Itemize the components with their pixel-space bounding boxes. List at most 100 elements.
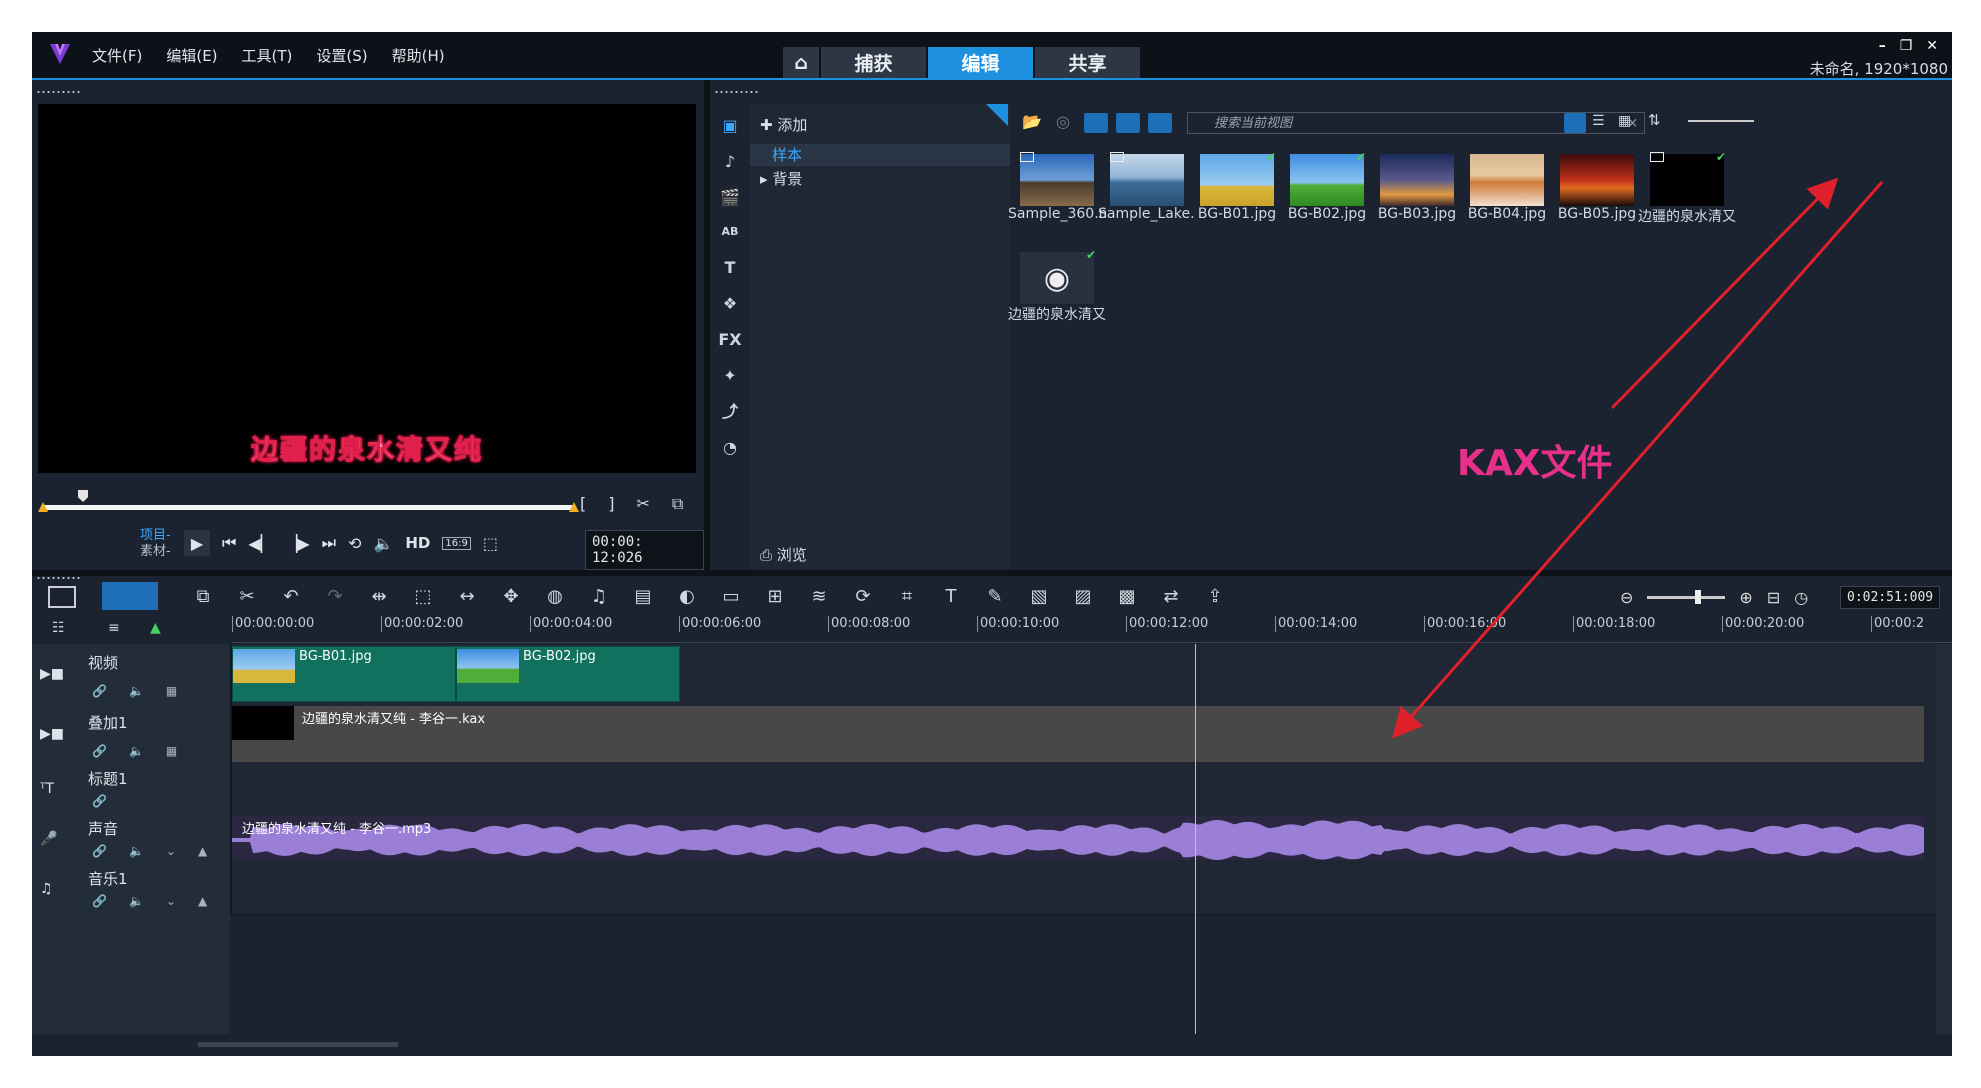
library-item-bg-b01[interactable]: ✔ BG-B01.jpg: [1192, 146, 1280, 236]
tree-item-background[interactable]: ▸ 背景: [760, 168, 802, 189]
link-icon[interactable]: 🔗: [92, 744, 107, 758]
library-item-samplelake[interactable]: Sample_Lake...: [1098, 146, 1196, 236]
timeline-clip-mp3[interactable]: 边疆的泉水清又纯 - 李谷一.mp3: [232, 816, 1924, 860]
magic-wand-icon[interactable]: ✦: [718, 364, 742, 388]
move-icon[interactable]: ✥: [500, 586, 522, 607]
chevron-down-icon[interactable]: ⌄: [166, 894, 176, 908]
gif-icon[interactable]: ▩: [1116, 586, 1138, 607]
view-storyboard-button[interactable]: [1564, 113, 1586, 133]
mute-icon[interactable]: 🔈: [129, 744, 144, 758]
stretch-icon[interactable]: ↔: [456, 586, 478, 607]
record-icon[interactable]: ◎: [1056, 112, 1070, 131]
timeline-hscroll[interactable]: [32, 1034, 1952, 1056]
sort-icon[interactable]: ⇅: [1648, 111, 1661, 129]
preview-screen[interactable]: 边疆的泉水清又纯: [38, 104, 696, 473]
mute-icon[interactable]: 🔈: [129, 894, 144, 908]
mark-out-icon[interactable]: ]: [608, 494, 614, 514]
paint-icon[interactable]: ▨: [1072, 586, 1094, 607]
menu-file[interactable]: 文件(F): [92, 45, 142, 66]
show-audio-button[interactable]: [1148, 113, 1172, 133]
track-body-music[interactable]: [232, 864, 1936, 914]
next-frame-icon[interactable]: ▕▶: [285, 534, 310, 553]
import-folder-icon[interactable]: 📂: [1022, 112, 1042, 131]
aspect-ratio-button[interactable]: 16:9: [442, 536, 471, 550]
go-end-icon[interactable]: ⏭: [322, 533, 336, 553]
graphics-icon[interactable]: ❖: [718, 292, 742, 316]
play-mode-selector[interactable]: 项目- 素材-: [140, 528, 171, 560]
timeline-clip-kax[interactable]: 边疆的泉水清又纯 - 李谷一.kax: [232, 706, 1924, 762]
edit-icon[interactable]: ✎: [984, 586, 1006, 607]
link-icon[interactable]: 🔗: [92, 684, 107, 698]
rotate-icon[interactable]: ⟳: [852, 586, 874, 607]
time-remap-icon[interactable]: ▧: [1028, 586, 1050, 607]
title-3d-icon[interactable]: T: [940, 586, 962, 607]
close-icon[interactable]: ✕: [1926, 38, 1938, 54]
storyboard-view-icon[interactable]: [48, 586, 76, 608]
clapper-icon[interactable]: 🎬: [718, 186, 742, 210]
tools-icon[interactable]: ✂: [236, 586, 258, 607]
list-view-icon[interactable]: ☰: [1592, 113, 1605, 129]
track-body-overlay[interactable]: 边疆的泉水清又纯 - 李谷一.kax: [232, 704, 1936, 764]
show-photo-button[interactable]: [1116, 113, 1140, 133]
subtitle-icon[interactable]: ▭: [720, 586, 742, 607]
add-folder-button[interactable]: ✚ 添加: [760, 114, 807, 135]
thumb-view-icon[interactable]: ▦: [1618, 113, 1631, 129]
library-item-bg-b04[interactable]: BG-B04.jpg: [1462, 146, 1550, 236]
library-item-kax[interactable]: ✔ 边疆的泉水清又...: [1638, 146, 1736, 236]
play-button[interactable]: ▶: [184, 530, 210, 556]
thumb-size-slider[interactable]: [1688, 120, 1754, 122]
audio-mix-icon[interactable]: ♫: [588, 586, 610, 607]
track-manager-icon[interactable]: ☷: [52, 620, 65, 636]
scrub-handle[interactable]: [78, 490, 88, 502]
mark-in-icon[interactable]: [: [580, 494, 586, 514]
library-item-bg-b02[interactable]: ✔ BG-B02.jpg: [1282, 146, 1370, 236]
menu-tools[interactable]: 工具(T): [242, 45, 293, 66]
fit-icon[interactable]: ⇹: [368, 586, 390, 607]
library-item-bg-b03[interactable]: BG-B03.jpg: [1372, 146, 1460, 236]
multicam-icon[interactable]: ▤: [632, 586, 654, 607]
chapter-icon[interactable]: ≡: [108, 620, 120, 636]
track-body-voice[interactable]: 边疆的泉水清又纯 - 李谷一.mp3: [232, 814, 1936, 864]
player-timecode[interactable]: 00:00: 12:026: [585, 530, 704, 570]
grid-icon[interactable]: ▦: [166, 744, 177, 758]
menu-settings[interactable]: 设置(S): [316, 45, 367, 66]
repeat-icon[interactable]: ⟲: [348, 534, 361, 553]
prev-frame-icon[interactable]: ◀▏: [248, 534, 273, 553]
restore-icon[interactable]: ❐: [1900, 38, 1913, 54]
chevron-down-icon[interactable]: ⌄: [166, 844, 176, 858]
export-icon[interactable]: ⇪: [1204, 586, 1226, 607]
hd-toggle[interactable]: HD: [405, 534, 430, 552]
library-grip[interactable]: [714, 90, 760, 94]
go-start-icon[interactable]: ⏮: [222, 533, 236, 553]
scrub-bar[interactable]: [44, 505, 574, 510]
path-icon[interactable]: ⤴: [718, 400, 742, 424]
track-body-video[interactable]: BG-B01.jpg BG-B02.jpg: [232, 644, 1936, 704]
link-icon[interactable]: 🔗: [92, 894, 107, 908]
speedometer-icon[interactable]: ◔: [718, 436, 742, 460]
menu-help[interactable]: 帮助(H): [392, 45, 445, 66]
zoom-out-icon[interactable]: ⊖: [1620, 588, 1633, 607]
zoom-in-icon[interactable]: ⊕: [1739, 588, 1752, 607]
split-screen-icon[interactable]: ⊞: [764, 586, 786, 607]
timeline-grip[interactable]: [36, 576, 82, 580]
fit-timeline-icon[interactable]: ⊟: [1767, 588, 1780, 607]
mask-icon[interactable]: ◐: [676, 586, 698, 607]
crop-icon[interactable]: ⬚: [412, 586, 434, 607]
grid-icon[interactable]: ▦: [166, 684, 177, 698]
tab-share[interactable]: 共享: [1035, 47, 1140, 78]
link-icon[interactable]: 🔗: [92, 794, 107, 808]
minimize-icon[interactable]: –: [1879, 38, 1886, 54]
ducking-icon[interactable]: ▲: [198, 894, 207, 908]
track-body-title[interactable]: [232, 764, 1936, 814]
time-ruler[interactable]: 00:00:00:00 00:00:02:00 00:00:04:00 00:0…: [232, 616, 1952, 643]
playhead[interactable]: [1195, 644, 1196, 1034]
tab-edit[interactable]: 编辑: [928, 47, 1033, 78]
zoom-slider[interactable]: [1647, 590, 1726, 604]
ducking-icon[interactable]: ▲: [198, 844, 207, 858]
mode-project[interactable]: 项目-: [140, 528, 171, 544]
replace-icon[interactable]: ⇄: [1160, 586, 1182, 607]
undo-icon[interactable]: ↶: [280, 586, 302, 607]
media-icon[interactable]: ▣: [718, 114, 742, 138]
transition-icon[interactable]: AB: [718, 220, 742, 244]
redo-icon[interactable]: ↷: [324, 586, 346, 607]
